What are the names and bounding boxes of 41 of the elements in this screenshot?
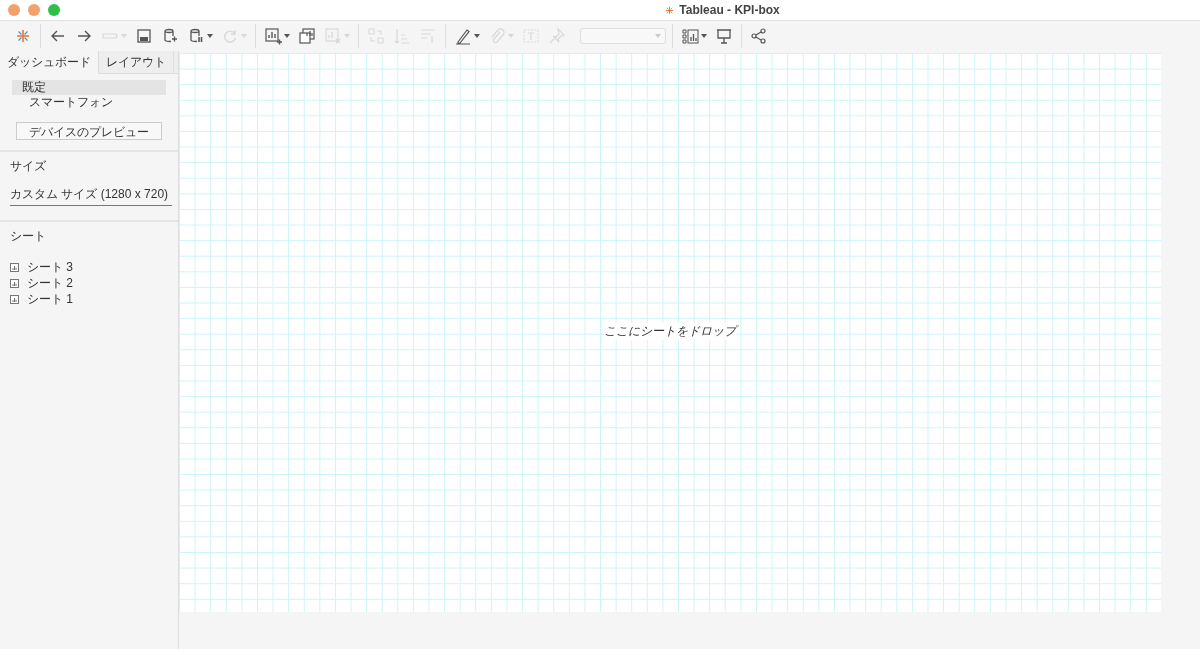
sheet-list-item[interactable]: シート 3 [27, 258, 73, 276]
sheet-list-item[interactable]: シート 2 [27, 274, 73, 292]
close-button[interactable] [8, 4, 20, 16]
worksheet-icon [10, 294, 19, 304]
device-preview-button[interactable]: デバイスのプレビュー [16, 122, 162, 140]
window-title: Tableau - KPI-box [679, 3, 780, 17]
pin-icon [548, 27, 566, 45]
caret-icon [701, 34, 707, 38]
worksheet-icon [10, 262, 19, 272]
minimize-button[interactable] [28, 4, 40, 16]
sheet-list-item[interactable]: シート 1 [27, 290, 73, 308]
sort-ascending-icon [393, 27, 411, 45]
zoom-button[interactable] [48, 4, 60, 16]
device-list-item[interactable]: スマートフォン [12, 95, 166, 110]
sidebar-tab[interactable]: ダッシュボード [0, 51, 99, 74]
caret-icon [474, 34, 480, 38]
caret-icon [284, 34, 290, 38]
refresh-icon [221, 27, 239, 45]
pen-icon [454, 27, 472, 45]
tableau-logo-icon [14, 27, 32, 45]
save-icon [135, 27, 153, 45]
new-chart-button[interactable] [262, 25, 292, 47]
device-list-item[interactable]: 既定 [12, 80, 166, 95]
duplicate-chart-button[interactable] [296, 25, 318, 47]
show-me-icon [681, 27, 699, 45]
new-chart-icon [264, 27, 282, 45]
database-pause-icon [187, 27, 205, 45]
text-box-icon [522, 27, 540, 45]
caret-icon [207, 34, 213, 38]
share-icon [750, 27, 768, 45]
size-dropdown[interactable]: カスタム サイズ (1280 x 720) [10, 184, 172, 206]
tableau-logo-icon [664, 4, 676, 16]
section-heading: シート [10, 228, 47, 245]
clear-chart-icon [324, 27, 342, 45]
presentation-icon [715, 27, 733, 45]
caret-icon [655, 34, 661, 38]
duplicate-chart-icon [298, 27, 316, 45]
dashboard-canvas[interactable]: ここにシートをドロップ [179, 53, 1161, 612]
section-heading: サイズ [10, 158, 47, 175]
worksheet-icon [10, 278, 19, 288]
database-plus-icon [161, 27, 179, 45]
